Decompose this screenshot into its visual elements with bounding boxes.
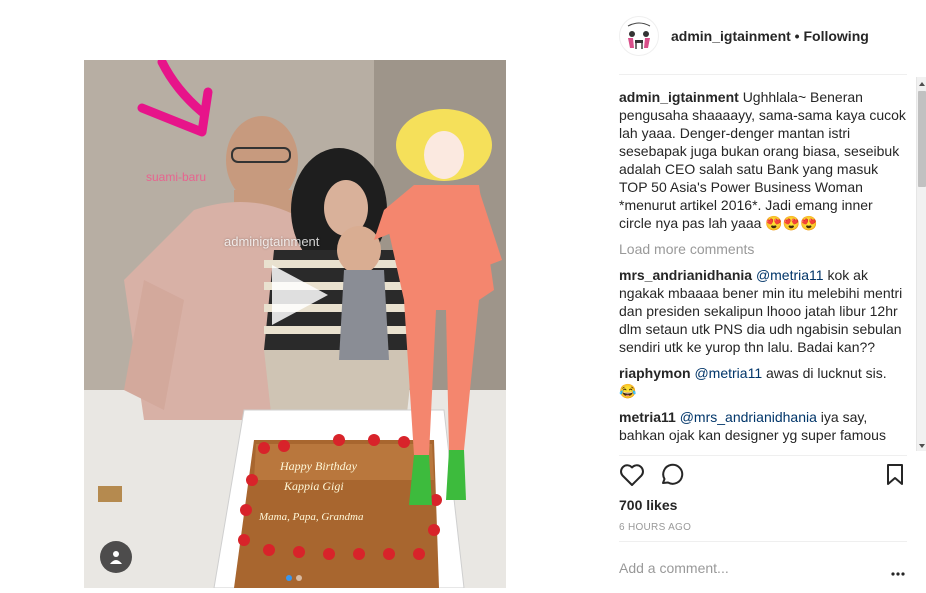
footer-divider — [619, 541, 907, 542]
caption-username-link[interactable]: admin_igtainment — [619, 89, 739, 105]
avatar[interactable] — [619, 16, 659, 56]
load-more-comments-button[interactable]: Load more comments — [619, 240, 907, 258]
comments-divider — [619, 455, 907, 456]
comments-list[interactable]: admin_igtainment Ughhlala~ Beneran pengu… — [619, 88, 907, 452]
comment-mention-link[interactable]: @mrs_andrianidhania — [680, 409, 817, 425]
carousel-dot — [296, 575, 302, 581]
post-details-panel: admin_igtainment • Following admin_igtai… — [619, 0, 907, 593]
post-timestamp: 6 HOURS AGO — [619, 522, 692, 533]
comment-item: riaphymon @metria11 awas di lucknut sis.… — [619, 364, 907, 400]
comment-item: metria11 @mrs_andrianidhania iya say, ba… — [619, 408, 907, 444]
comment-mention-link[interactable]: @metria11 — [694, 365, 762, 381]
caption-text: Ughhlala~ Beneran pengusaha shaaaayy, sa… — [619, 89, 906, 231]
caption: admin_igtainment Ughhlala~ Beneran pengu… — [619, 88, 907, 232]
following-button[interactable]: Following — [803, 28, 868, 44]
header-username-link[interactable]: admin_igtainment — [671, 28, 791, 44]
svg-text:Kappia Gigi: Kappia Gigi — [283, 479, 344, 493]
scroll-up-arrow-icon[interactable] — [917, 77, 926, 89]
husband-overlay-label: suami-baru — [146, 170, 207, 184]
add-comment-input[interactable] — [619, 560, 869, 576]
header-separator: • — [790, 28, 804, 44]
comment-icon[interactable] — [659, 463, 685, 492]
post-header: admin_igtainment • Following — [619, 14, 869, 58]
carousel-indicator — [286, 575, 302, 581]
likes-count[interactable]: 700 likes — [619, 497, 677, 513]
scrollbar-thumb[interactable] — [918, 91, 926, 187]
svg-text:Mama, Papa, Grandma: Mama, Papa, Grandma — [258, 511, 364, 523]
comment-username-link[interactable]: mrs_andrianidhania — [619, 267, 752, 283]
comment-username-link[interactable]: riaphymon — [619, 365, 691, 381]
carousel-dot-active — [286, 575, 292, 581]
post-actions — [619, 463, 907, 491]
scroll-down-arrow-icon[interactable] — [917, 439, 926, 451]
post-media[interactable]: Happy Birthday Kappia Gigi Mama, Papa, G… — [84, 60, 506, 588]
bookmark-icon[interactable] — [885, 463, 905, 492]
comment-username-link[interactable]: metria11 — [619, 409, 676, 425]
comments-scrollbar[interactable] — [916, 77, 926, 451]
more-options-icon[interactable] — [891, 563, 905, 581]
heart-icon[interactable] — [619, 463, 645, 492]
comment-mention-link[interactable]: @metria11 — [756, 267, 824, 283]
comment-item: mrs_andrianidhania @metria11 kok ak ngak… — [619, 266, 907, 356]
svg-text:Happy Birthday: Happy Birthday — [279, 459, 358, 473]
header-divider — [619, 74, 907, 75]
watermark-overlay-label: adminigtainment — [224, 234, 320, 249]
play-icon[interactable] — [268, 263, 332, 327]
user-icon[interactable] — [100, 541, 132, 573]
